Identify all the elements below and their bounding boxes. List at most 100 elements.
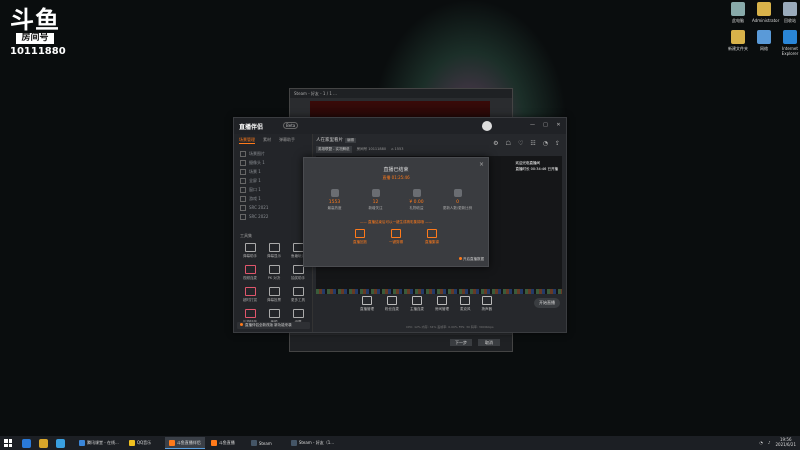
desktop-shortcut-icon <box>783 30 797 44</box>
checkbox-icon[interactable] <box>240 178 246 184</box>
category-selector[interactable]: 英雄联盟 - 实况解说 <box>316 146 352 153</box>
dialog-action-button[interactable]: 一键剪辑 <box>389 229 403 245</box>
steam-cancel-button[interactable]: 取消 <box>478 339 500 346</box>
stream-info-header: 人在家里看片 编辑 英雄联盟 - 实况解说 房间号 10111880 ⌂ 1553 <box>316 137 486 157</box>
checkbox-icon[interactable] <box>240 214 246 220</box>
app-icon <box>79 440 85 446</box>
action-label: 直播集锦 <box>425 240 439 244</box>
taskbar-app[interactable]: Steam - 好友（1... <box>287 437 338 449</box>
desktop-icon[interactable]: Administrator <box>752 2 780 23</box>
overlay-line-2: 直播时长 00:34:46 已开播 <box>515 167 558 171</box>
desktop-icon[interactable]: 新建文件夹 <box>726 30 750 52</box>
toolbar-button-label: 粉丝连麦 <box>385 307 399 311</box>
tool-label: 弹幕助手 <box>243 254 257 258</box>
toolbar-icon[interactable]: ☷ <box>530 140 535 147</box>
tool-button[interactable]: 超时打赏 <box>238 287 262 303</box>
volume-icon[interactable]: ♪ <box>768 440 771 445</box>
app-version-badge: Beta <box>283 122 299 129</box>
minimize-icon[interactable]: — <box>529 122 536 129</box>
stream-title[interactable]: 人在家里看片 <box>316 138 343 143</box>
clock[interactable]: 19:56 2021/6/21 <box>775 437 796 447</box>
start-button[interactable] <box>4 439 12 447</box>
left-panel: 场景管理 素材 弹幕助手 场景图片摄像头 1 场景 1 全屏 1 窗口 1 游戏 1 SR… <box>234 134 313 332</box>
close-icon[interactable]: × <box>479 161 484 168</box>
left-panel-tabs: 场景管理 素材 弹幕助手 <box>234 134 312 147</box>
desktop-icon[interactable]: 此电脑 <box>726 2 750 24</box>
tool-icon <box>268 265 280 274</box>
taskbar-app-label: 斗鱼直播 <box>218 440 235 445</box>
dialog-action-button[interactable]: 直播集锦 <box>425 229 439 245</box>
bottom-toolbar-button[interactable]: 麦克风 <box>460 296 471 312</box>
toolbar-icon[interactable]: ☖ <box>506 140 511 147</box>
scene-label: 场景图片 <box>249 151 265 156</box>
store-icon[interactable] <box>56 438 65 448</box>
scene-label: 游戏 1 <box>249 196 261 201</box>
checkbox-icon[interactable] <box>240 187 246 193</box>
taskbar-app[interactable]: QQ音乐 <box>125 437 163 449</box>
toolbar-button-icon <box>412 296 422 305</box>
stat-icon <box>453 189 462 197</box>
network-icon[interactable]: ◔ <box>759 440 763 445</box>
checkbox-icon[interactable] <box>240 169 246 175</box>
tab-scene-manage[interactable]: 场景管理 <box>239 137 255 144</box>
scene-item[interactable]: SRC 2022 <box>240 212 306 221</box>
start-live-button[interactable]: 开始直播 <box>534 298 560 308</box>
edit-title-button[interactable]: 编辑 <box>345 138 356 143</box>
scene-item[interactable]: SRC 2021 <box>240 203 306 212</box>
tool-button[interactable]: 弹幕投票 <box>262 287 286 303</box>
tool-icon <box>268 309 280 318</box>
tool-label: 超时打赏 <box>243 298 257 302</box>
toolbar-icon[interactable]: ♡ <box>518 140 523 147</box>
toolbar-icon[interactable]: ⇪ <box>555 140 560 147</box>
bottom-toolbar-button[interactable]: 粉丝连麦 <box>385 296 399 312</box>
maximize-icon[interactable]: □ <box>542 122 549 129</box>
tool-button[interactable]: 更多工具 <box>286 287 310 303</box>
bottom-toolbar-button[interactable]: 扬声器 <box>482 296 492 312</box>
checkbox-icon[interactable] <box>240 205 246 211</box>
bottom-toolbar-button[interactable]: 房间管理 <box>435 296 449 312</box>
steam-window-title: Steam - 好友 - 1 / 1 ... <box>290 89 512 98</box>
stat-value: 1553 <box>328 200 341 205</box>
desktop-icon[interactable]: 网络 <box>752 30 776 52</box>
tool-button[interactable]: 视频连麦 <box>238 265 262 281</box>
folder-icon[interactable] <box>39 438 48 448</box>
avatar[interactable] <box>482 121 492 131</box>
tool-button[interactable]: PK 对决 <box>262 265 286 281</box>
tool-button[interactable]: 弹幕显示 <box>262 243 286 259</box>
desktop-icon[interactable]: Internet Explorer <box>778 30 800 56</box>
tab-danmaku[interactable]: 弹幕助手 <box>279 137 295 144</box>
bottom-toolbar-button[interactable]: 主播连麦 <box>410 296 424 312</box>
desktop-icon-label: Administrator <box>752 18 780 23</box>
tool-button[interactable]: 弹幕助手 <box>238 243 262 259</box>
dialog-duration: 直播 01:25:46 <box>382 175 410 180</box>
scene-item[interactable]: 窗口 1 <box>240 185 306 194</box>
checkbox-icon[interactable] <box>240 151 246 157</box>
scene-item[interactable]: 全屏 1 <box>240 176 306 185</box>
douyu-watermark: 斗鱼 房间号 10111880 <box>10 8 66 57</box>
tools-label: 工具集 <box>240 233 252 238</box>
dialog-footer-toggle[interactable]: 开启直播数据 <box>459 257 484 262</box>
taskbar-app[interactable]: 斗鱼直播伴侣 <box>164 437 205 449</box>
tab-materials[interactable]: 素材 <box>263 137 271 144</box>
edge-icon[interactable] <box>22 438 31 448</box>
checkbox-icon[interactable] <box>240 196 246 202</box>
promo-banner[interactable]: 直播伴侣全新改版 新功能来袭 <box>237 322 310 329</box>
checkbox-icon[interactable] <box>240 160 246 166</box>
scene-item[interactable]: 场景图片 <box>240 149 306 158</box>
taskbar-app[interactable]: Steam <box>247 437 285 449</box>
toolbar-icon[interactable]: ◔ <box>543 140 548 147</box>
taskbar-app[interactable]: 腾讯课堂 - 在线... <box>75 437 123 449</box>
scene-item[interactable]: 场景 1 <box>240 167 306 176</box>
taskbar-app[interactable]: 斗鱼直播 <box>207 437 245 449</box>
scene-item[interactable]: 游戏 1 <box>240 194 306 203</box>
toolbar-icon[interactable]: ⚙ <box>493 140 498 147</box>
close-icon[interactable]: ✕ <box>555 122 562 129</box>
dialog-title: 直播已结束 <box>383 167 409 173</box>
desktop-icon[interactable]: 回收站 <box>778 2 800 24</box>
steam-next-button[interactable]: 下一步 <box>450 339 472 346</box>
bottom-toolbar-button[interactable]: 直播管理 <box>360 296 374 312</box>
scene-item[interactable]: 摄像头 1 <box>240 158 306 167</box>
tool-button[interactable]: 抽奖助手 <box>286 265 310 281</box>
taskbar-app-label: Steam <box>258 440 272 446</box>
dialog-action-button[interactable]: 直播回放 <box>353 229 367 245</box>
